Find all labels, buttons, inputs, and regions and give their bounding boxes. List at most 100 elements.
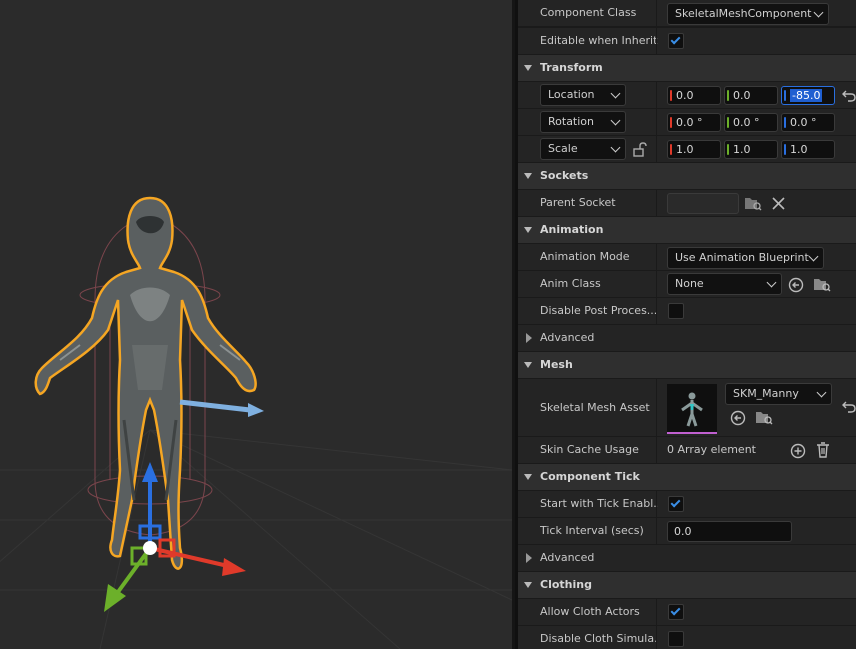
- axis-z-marker: [784, 144, 786, 155]
- collapse-arrow-icon: [524, 582, 532, 588]
- lock-icon[interactable]: [632, 142, 648, 157]
- axis-x-marker: [670, 117, 672, 128]
- section-clothing[interactable]: Clothing: [518, 572, 856, 599]
- section-mesh[interactable]: Mesh: [518, 352, 856, 379]
- location-mode-dropdown[interactable]: Location: [540, 84, 626, 106]
- disable-post-process-label: Disable Post Proces...: [540, 304, 658, 317]
- mesh-thumbnail[interactable]: [667, 384, 717, 434]
- clear-icon[interactable]: [772, 197, 785, 210]
- checkmark-icon: [670, 497, 681, 508]
- tick-interval-row: Tick Interval (secs) 0.0: [518, 518, 856, 545]
- editable-inherited-label: Editable when Inherit...: [540, 34, 658, 47]
- advanced-label: Advanced: [540, 331, 595, 344]
- character-mesh[interactable]: [34, 196, 257, 570]
- checkmark-icon: [670, 34, 681, 45]
- editable-inherited-checkbox[interactable]: [668, 33, 684, 49]
- scale-y-field[interactable]: 1.0: [724, 140, 778, 159]
- skeletal-mesh-asset-dropdown[interactable]: SKM_Manny: [725, 383, 832, 405]
- allow-cloth-actors-label: Allow Cloth Actors: [540, 605, 640, 618]
- location-mode-label: Location: [548, 88, 595, 101]
- scale-x-field[interactable]: 1.0: [667, 140, 721, 159]
- browse-folder-icon[interactable]: [755, 410, 773, 425]
- axis-y-marker: [727, 144, 729, 155]
- row-divider: [656, 82, 657, 108]
- allow-cloth-actors-checkbox[interactable]: [668, 604, 684, 620]
- section-title: Clothing: [540, 578, 592, 591]
- location-x-field[interactable]: 0.0: [667, 86, 721, 105]
- section-component-tick[interactable]: Component Tick: [518, 464, 856, 491]
- add-element-icon[interactable]: [790, 443, 806, 459]
- row-divider: [656, 0, 657, 26]
- disable-cloth-simulation-row: Disable Cloth Simula...: [518, 626, 856, 649]
- collapse-arrow-icon: [524, 474, 532, 480]
- scale-mode-dropdown[interactable]: Scale: [540, 138, 626, 160]
- row-divider: [656, 244, 657, 270]
- skin-cache-usage-row: Skin Cache Usage 0 Array element: [518, 437, 856, 464]
- row-divider: [656, 599, 657, 625]
- location-y-field[interactable]: 0.0: [724, 86, 778, 105]
- component-tick-advanced-row[interactable]: Advanced: [518, 545, 856, 572]
- location-y-value: 0.0: [733, 89, 751, 102]
- disable-cloth-simulation-checkbox[interactable]: [668, 631, 684, 647]
- location-z-field[interactable]: -85.0: [781, 86, 835, 105]
- section-transform[interactable]: Transform: [518, 55, 856, 82]
- axis-y-marker: [727, 90, 729, 101]
- checkmark-icon: [670, 605, 681, 616]
- skin-cache-usage-label: Skin Cache Usage: [540, 443, 639, 456]
- browse-folder-icon[interactable]: [744, 196, 762, 211]
- chevron-down-icon: [610, 142, 621, 153]
- browse-folder-icon[interactable]: [813, 277, 831, 292]
- expand-arrow-icon: [526, 553, 532, 563]
- reset-to-default-icon[interactable]: [842, 89, 856, 102]
- details-panel[interactable]: Component Class SkeletalMeshComponent Ed…: [515, 0, 856, 649]
- skin-cache-usage-value: 0 Array element: [667, 443, 756, 456]
- reset-to-default-icon[interactable]: [842, 400, 856, 413]
- component-class-dropdown[interactable]: SkeletalMeshComponent: [667, 3, 829, 25]
- axis-x-marker: [670, 90, 672, 101]
- anim-class-label: Anim Class: [540, 277, 601, 290]
- chevron-down-icon: [766, 277, 777, 288]
- section-title: Component Tick: [540, 470, 640, 483]
- axis-z-marker: [784, 90, 786, 101]
- chevron-down-icon: [813, 7, 824, 18]
- section-sockets[interactable]: Sockets: [518, 163, 856, 190]
- row-divider: [656, 518, 657, 544]
- disable-post-process-row: Disable Post Proces...: [518, 298, 856, 325]
- scale-mode-label: Scale: [548, 142, 578, 155]
- tick-interval-field[interactable]: 0.0: [667, 521, 792, 542]
- rotation-z-field[interactable]: 0.0 °: [781, 113, 835, 132]
- scale-row: Scale 1.0 1.0 1.0: [518, 136, 856, 163]
- chevron-down-icon: [610, 88, 621, 99]
- row-divider: [656, 491, 657, 517]
- level-viewport[interactable]: [0, 0, 512, 649]
- anim-class-dropdown[interactable]: None: [667, 273, 782, 295]
- mannequin-thumbnail-icon: [681, 392, 703, 427]
- animation-mode-dropdown[interactable]: Use Animation Blueprint: [667, 247, 824, 269]
- start-tick-enabled-checkbox[interactable]: [668, 496, 684, 512]
- row-divider: [656, 379, 657, 436]
- rotation-x-field[interactable]: 0.0 °: [667, 113, 721, 132]
- section-animation[interactable]: Animation: [518, 217, 856, 244]
- collapse-arrow-icon: [524, 173, 532, 179]
- parent-socket-field[interactable]: [667, 193, 739, 214]
- floor-grid: [0, 429, 512, 649]
- chevron-down-icon: [610, 115, 621, 126]
- rotation-y-field[interactable]: 0.0 °: [724, 113, 778, 132]
- scale-z-field[interactable]: 1.0: [781, 140, 835, 159]
- collapse-arrow-icon: [524, 227, 532, 233]
- trash-icon[interactable]: [816, 442, 830, 459]
- row-divider: [656, 626, 657, 649]
- rotation-mode-dropdown[interactable]: Rotation: [540, 111, 626, 133]
- rotation-mode-label: Rotation: [548, 115, 595, 128]
- scale-y-value: 1.0: [733, 143, 751, 156]
- disable-post-process-checkbox[interactable]: [668, 303, 684, 319]
- chevron-down-icon: [808, 251, 819, 262]
- use-selected-icon[interactable]: [730, 410, 746, 426]
- disable-cloth-simulation-label: Disable Cloth Simula...: [540, 632, 658, 645]
- use-selected-icon[interactable]: [788, 277, 804, 293]
- rotation-z-value: 0.0 °: [790, 116, 817, 129]
- start-tick-enabled-label: Start with Tick Enabl...: [540, 497, 658, 510]
- viewport-scene: [0, 196, 512, 649]
- animation-advanced-row[interactable]: Advanced: [518, 325, 856, 352]
- rotation-row: Rotation 0.0 ° 0.0 ° 0.0 °: [518, 109, 856, 136]
